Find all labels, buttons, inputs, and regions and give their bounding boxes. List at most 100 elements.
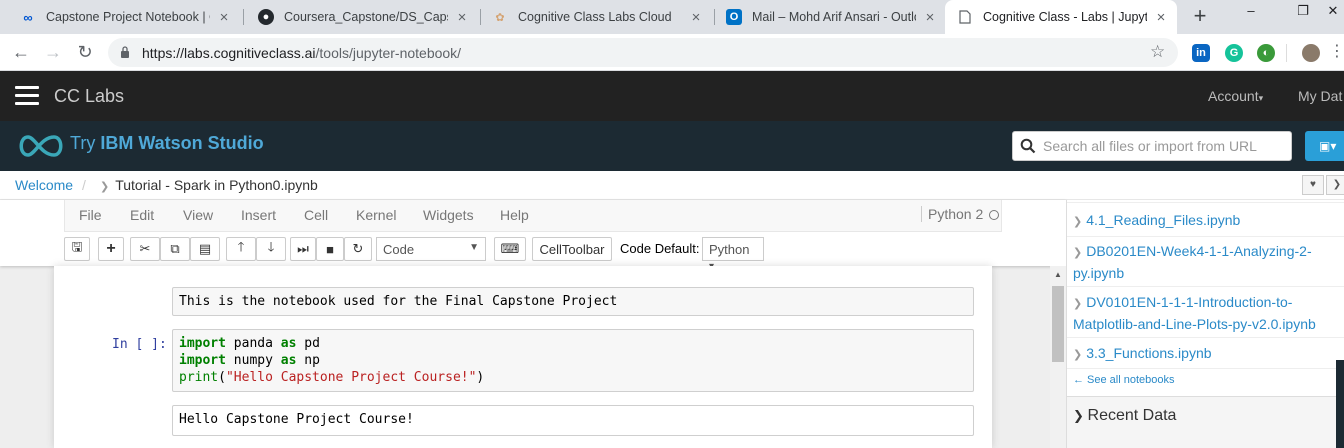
browser-tab-github[interactable]: ● Coursera_Capstone/DS_Capston × — [246, 0, 478, 34]
code-default-select[interactable]: Python ▾ — [702, 237, 764, 272]
code-cell-output: Hello Capstone Project Course! — [172, 405, 974, 436]
new-notebook-button[interactable]: ▣▾ — [1305, 131, 1344, 161]
scroll-up-icon[interactable]: ▲ — [1054, 270, 1062, 279]
plus-icon: + — [106, 240, 116, 257]
notebook-link[interactable]: ❯ DV0101EN-1-1-1-Introduction-to-Matplotl… — [1073, 292, 1333, 334]
stop-icon: ■ — [326, 241, 334, 257]
lock-icon — [121, 46, 129, 58]
scissors-icon: ✂ — [139, 241, 151, 256]
reload-icon[interactable]: ↻ — [74, 41, 96, 63]
forward-arrow-icon[interactable]: → — [42, 41, 64, 63]
close-icon[interactable]: × — [1153, 9, 1169, 26]
bookmark-star-icon[interactable]: ☆ — [1150, 42, 1165, 62]
menu-cell[interactable]: Cell — [304, 207, 328, 223]
menu-help[interactable]: Help — [500, 207, 529, 223]
maximize-button[interactable]: ❐ — [1288, 0, 1318, 22]
side-panel-edge — [1336, 360, 1344, 448]
step-forward-icon: ⏭ — [297, 241, 309, 256]
menu-view[interactable]: View — [183, 207, 213, 223]
move-up-button[interactable]: 🡑 — [226, 237, 256, 261]
search-icon — [1020, 138, 1036, 154]
notebook-link[interactable]: ❯ 3.3_Functions.ipynb — [1073, 343, 1333, 365]
menu-widgets[interactable]: Widgets — [423, 207, 474, 223]
divider — [1067, 337, 1344, 338]
celltoolbar-button[interactable]: CellToolbar — [532, 237, 612, 261]
chevron-right-icon: ❯ — [1073, 349, 1083, 361]
move-down-button[interactable]: 🡓 — [256, 237, 286, 261]
watson-studio-bar: Try IBM Watson Studio ▣▾ — [0, 121, 1344, 171]
copy-button[interactable]: ⧉ — [160, 237, 190, 261]
menu-insert[interactable]: Insert — [241, 207, 276, 223]
hamburger-menu-icon[interactable] — [15, 86, 39, 106]
save-button[interactable]: 🖫 — [64, 237, 90, 261]
infinity-logo-icon[interactable] — [15, 133, 67, 159]
cclabs-title[interactable]: CC Labs — [54, 86, 124, 107]
code-cell-input[interactable]: import panda as pd import numpy as np prin… — [172, 329, 974, 392]
notebook-link[interactable]: ❯ DB0201EN-Week4-1-1-Analyzing-2-py.ipynb — [1073, 241, 1333, 283]
back-arrow-icon[interactable]: ← — [10, 41, 32, 63]
notebook-icon: ▣▾ — [1319, 139, 1337, 153]
paste-button[interactable]: ▤ — [190, 237, 220, 261]
coursera-icon: ∞ — [23, 9, 33, 25]
minimize-button[interactable]: ‒ — [1236, 0, 1266, 22]
toolbar-divider — [1286, 44, 1287, 62]
see-all-notebooks-link[interactable]: ← See all notebooks — [1073, 374, 1175, 386]
notebook-link[interactable]: ❯ 4.1_Reading_Files.ipynb — [1073, 210, 1333, 232]
close-icon[interactable]: × — [688, 9, 704, 26]
interrupt-button[interactable]: ■ — [316, 237, 344, 261]
browser-toolbar: ← → ↻ https://labs.cognitiveclass.ai/too… — [0, 34, 1344, 71]
browser-tab-jupyter-active[interactable]: Cognitive Class - Labs | Jupyter × — [945, 0, 1177, 34]
cell-type-select[interactable]: Code ▼ — [376, 237, 486, 261]
grammarly-icon[interactable]: G — [1225, 44, 1243, 62]
breadcrumb-welcome[interactable]: Welcome — [15, 177, 73, 193]
menu-dots-icon[interactable]: ⋮ — [1326, 41, 1344, 63]
tab-divider — [243, 9, 244, 25]
markdown-cell[interactable]: This is the notebook used for the Final … — [172, 287, 974, 316]
run-cell-button[interactable]: ⏭ — [290, 237, 316, 261]
linkedin-icon[interactable]: in — [1192, 44, 1210, 62]
profile-avatar[interactable] — [1302, 44, 1320, 62]
page-icon — [957, 9, 973, 25]
cut-button[interactable]: ✂ — [130, 237, 160, 261]
close-icon[interactable]: × — [922, 9, 938, 26]
menu-file[interactable]: File — [79, 207, 102, 223]
my-data-link[interactable]: My Dat — [1298, 88, 1342, 104]
browser-tab-cognitive-class-cloud[interactable]: ✿ Cognitive Class Labs Cloud × — [480, 0, 712, 34]
menu-edit[interactable]: Edit — [130, 207, 154, 223]
breadcrumb: Welcome / ❯ Tutorial - Spark in Python0.i… — [0, 171, 1344, 200]
try-watson-studio-link[interactable]: Try IBM Watson Studio — [70, 133, 264, 154]
close-icon[interactable]: × — [454, 9, 470, 26]
extension-icon[interactable]: ◐ — [1257, 44, 1275, 62]
recent-data-heading[interactable]: ❯ Recent Data — [1073, 407, 1176, 425]
breadcrumb-current-notebook: ❯ Tutorial - Spark in Python0.ipynb — [100, 177, 318, 193]
code-line: import numpy as np — [179, 353, 320, 368]
code-default-label: Code Default: — [620, 241, 700, 256]
address-bar[interactable]: https://labs.cognitiveclass.ai/tools/jup… — [108, 38, 1178, 67]
account-dropdown[interactable]: Account▾ — [1208, 88, 1263, 104]
command-palette-button[interactable]: ⌨ — [494, 237, 526, 261]
close-icon[interactable]: × — [216, 9, 232, 26]
chevron-right-icon: ❯ — [1073, 247, 1083, 259]
insert-cell-button[interactable]: + — [98, 237, 124, 261]
search-box[interactable] — [1012, 131, 1292, 161]
cclabs-header: CC Labs Account▾ My Dat — [0, 71, 1344, 121]
code-line: import panda as pd — [179, 336, 320, 351]
chevron-right-icon[interactable]: ❯ — [1326, 175, 1344, 195]
browser-tab-capstone-notebook[interactable]: ∞ Capstone Project Notebook | Co × — [8, 0, 240, 34]
search-input[interactable] — [1043, 136, 1283, 156]
collapse-icon[interactable]: ♥ — [1302, 175, 1324, 195]
restart-icon: ↻ — [352, 241, 364, 256]
cognitive-class-icon: ✿ — [495, 11, 505, 24]
close-window-button[interactable]: ✕ — [1318, 0, 1344, 22]
restart-button[interactable]: ↻ — [344, 237, 372, 261]
code-line: print("Hello Capstone Project Course!") — [179, 370, 485, 385]
recent-data-panel[interactable]: ❯ Recent Data — [1067, 396, 1344, 448]
browser-tab-outlook-mail[interactable]: O Mail – Mohd Arif Ansari - Outlo × — [714, 0, 946, 34]
menu-kernel[interactable]: Kernel — [356, 207, 396, 223]
scrollbar-thumb[interactable] — [1052, 286, 1064, 362]
kernel-idle-icon — [989, 210, 1000, 220]
chevron-right-icon: ❯ — [1073, 216, 1083, 228]
copy-icon: ⧉ — [170, 241, 180, 256]
new-tab-button[interactable]: + — [1188, 4, 1212, 28]
notebook-scrollbar[interactable]: ▲ — [1050, 266, 1066, 448]
